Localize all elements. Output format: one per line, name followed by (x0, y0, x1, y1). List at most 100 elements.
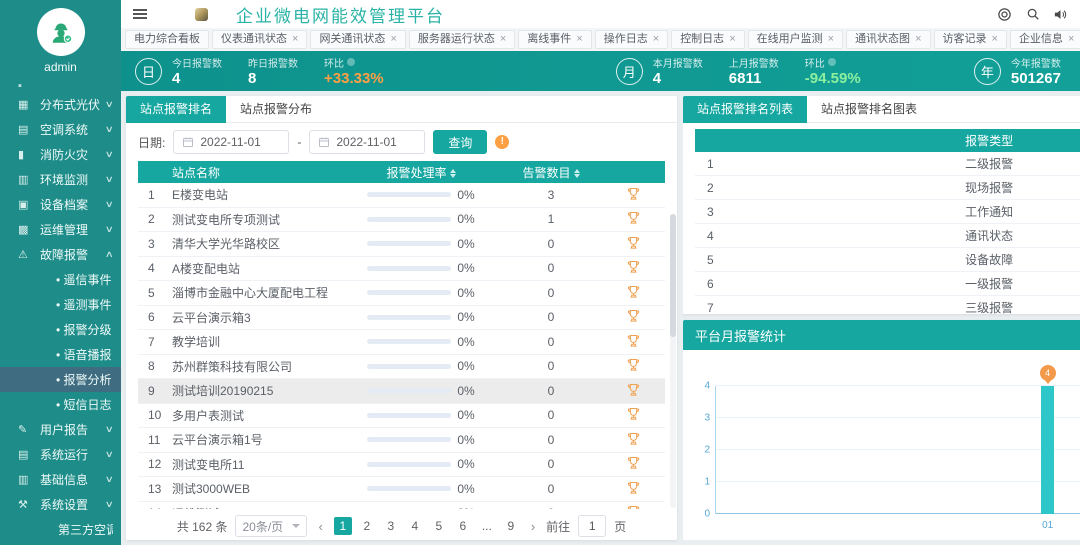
sidebar-item[interactable]: 遥信事件 (0, 267, 121, 292)
table-row[interactable]: 9 测试培训20190215 0% 0 (138, 379, 665, 404)
panel-tab[interactable]: 站点报警排名 (126, 96, 227, 123)
sidebar-item[interactable]: 语音播报 (0, 342, 121, 367)
search-icon[interactable] (1025, 7, 1040, 22)
close-icon[interactable]: × (576, 31, 582, 48)
avatar[interactable] (36, 8, 85, 56)
sidebar-item[interactable]: 报警分级 (0, 317, 121, 342)
table-row[interactable]: 12 测试变电所11 0% 0 (138, 453, 665, 477)
info-icon[interactable] (495, 135, 510, 149)
trophy-icon[interactable] (601, 333, 665, 351)
table-row[interactable]: 1 E楼变电站 0% 3 (138, 183, 665, 208)
menu-toggle-icon[interactable] (133, 9, 147, 19)
trophy-icon[interactable] (601, 308, 665, 326)
trophy-icon[interactable] (601, 406, 665, 424)
table-row[interactable]: 6 一级报警 0 (695, 272, 1080, 296)
table-row[interactable]: 7 三级报警 0 (695, 296, 1080, 315)
page-button[interactable]: 4 (406, 517, 424, 535)
sidebar-item[interactable]: ▪ (0, 80, 121, 92)
app-logo-icon[interactable] (195, 7, 208, 21)
nav-tab[interactable]: 服务器运行状态 × (408, 30, 516, 49)
table-row[interactable]: 10 多用户表测试 0% 0 (138, 404, 665, 428)
trophy-icon[interactable] (601, 431, 665, 449)
table-row[interactable]: 14 运维测试2021 0% 0 (138, 502, 665, 509)
table-row[interactable]: 2 测试变电所专项测试 0% 1 (138, 208, 665, 232)
page-button[interactable]: 3 (382, 517, 400, 535)
volume-icon[interactable] (1053, 7, 1068, 22)
panel-tab[interactable]: 站点报警排名列表 (683, 96, 808, 123)
nav-tab[interactable]: 电力综合看板 × (125, 30, 209, 49)
table-row[interactable]: 11 云平台演示箱1号 0% 0 (138, 428, 665, 453)
table-row[interactable]: 3 清华大学光华路校区 0% 0 (138, 232, 665, 257)
page-button[interactable]: 6 (454, 517, 472, 535)
table-row[interactable]: 3 工作通知 0 (695, 200, 1080, 224)
close-icon[interactable]: × (292, 31, 298, 48)
sidebar-item[interactable]: 遥测事件 (0, 292, 121, 317)
trophy-icon[interactable] (601, 357, 665, 375)
sidebar-item[interactable]: ▥ 环境监测 ∨ (0, 167, 121, 192)
panel-tab[interactable]: 站点报警分布 (226, 96, 326, 123)
sidebar-item[interactable]: ⚠ 故障报警 ∧ (0, 242, 121, 267)
nav-tab[interactable]: 在线用户监测 × (747, 30, 844, 49)
nav-tab[interactable]: 离线事件 × (518, 30, 592, 49)
nav-tab[interactable]: 访客记录 × (933, 30, 1007, 49)
end-date-input[interactable]: 2022-11-01 (309, 130, 426, 154)
sort-icon[interactable] (449, 168, 456, 178)
sidebar-item[interactable]: ▩ 运维管理 ∨ (0, 217, 121, 242)
table-row[interactable]: 5 设备故障 0 (695, 248, 1080, 272)
table-row[interactable]: 7 教学培训 0% 0 (138, 330, 665, 355)
trophy-icon[interactable] (601, 235, 665, 253)
close-icon[interactable]: × (390, 31, 396, 48)
table-row[interactable]: 2 现场报警 1 (695, 176, 1080, 200)
close-icon[interactable]: × (828, 31, 834, 48)
close-icon[interactable]: × (915, 31, 921, 48)
nav-tab[interactable]: 仪表通讯状态 × (212, 30, 308, 49)
trophy-icon[interactable] (601, 504, 665, 509)
page-button[interactable]: 2 (358, 517, 376, 535)
sidebar-item[interactable]: 第三方空调系统 (0, 517, 121, 542)
sidebar-item[interactable]: ▮ 消防火灾 ∨ (0, 142, 121, 167)
nav-tab[interactable]: 控制日志 × (671, 30, 745, 49)
table-row[interactable]: 8 苏州群策科技有限公司 0% 0 (138, 355, 665, 379)
panel-tab[interactable]: 站点报警排名图表 (807, 96, 931, 123)
close-icon[interactable]: × (729, 31, 735, 48)
table-row[interactable]: 1 二级报警 3 (695, 152, 1080, 176)
sort-icon[interactable] (573, 168, 580, 178)
close-icon[interactable]: × (500, 31, 506, 48)
trophy-icon[interactable] (601, 480, 665, 498)
sidebar-item[interactable]: ▤ 空调系统 ∨ (0, 117, 121, 142)
trophy-icon[interactable] (601, 382, 665, 400)
page-size-select[interactable]: 20条/页 (235, 515, 308, 537)
table-row[interactable]: 13 测试3000WEB 0% 0 (138, 477, 665, 502)
nav-tab[interactable]: 网关通讯状态 × (310, 30, 406, 49)
close-icon[interactable]: × (1068, 31, 1074, 48)
trophy-icon[interactable] (601, 186, 665, 204)
sidebar-item[interactable]: 报警分析 (0, 367, 121, 392)
nav-tab[interactable]: 操作日志 × (594, 30, 669, 49)
table-row[interactable]: 4 通讯状态 0 (695, 224, 1080, 248)
next-page-button[interactable] (528, 519, 538, 534)
trophy-icon[interactable] (601, 284, 665, 302)
nav-tab[interactable]: 通讯状态图 × (846, 30, 931, 49)
table-row[interactable]: 4 A楼变配电站 0% 0 (138, 257, 665, 281)
sidebar-item[interactable]: ✎ 用户报告 ∨ (0, 417, 121, 442)
start-date-input[interactable]: 2022-11-01 (173, 130, 290, 154)
page-button[interactable]: 9 (502, 517, 520, 535)
chart-bar[interactable] (1041, 386, 1055, 514)
sidebar-item[interactable]: 短信日志 (0, 392, 121, 417)
close-icon[interactable]: × (992, 31, 998, 48)
sidebar-item[interactable]: ⚒ 系统设置 ∨ (0, 492, 121, 517)
page-button[interactable]: 1 (333, 517, 352, 535)
table-row[interactable]: 6 云平台演示箱3 0% 0 (138, 306, 665, 330)
close-icon[interactable]: × (653, 31, 659, 48)
sidebar-item[interactable]: ▥ 基础信息 ∨ (0, 467, 121, 492)
search-button[interactable]: 查询 (433, 130, 488, 154)
sidebar-item[interactable]: ▤ 系统运行 ∨ (0, 442, 121, 467)
trophy-icon[interactable] (601, 259, 665, 277)
target-icon[interactable] (997, 7, 1012, 22)
page-button[interactable]: 5 (430, 517, 448, 535)
sidebar-item[interactable]: ▦ 分布式光伏 ∨ (0, 92, 121, 117)
prev-page-button[interactable] (315, 519, 325, 534)
table-row[interactable]: 5 淄博市金融中心大厦配电工程 0% 0 (138, 281, 665, 306)
goto-page-input[interactable] (578, 515, 607, 537)
scrollbar-thumb[interactable] (670, 214, 676, 338)
